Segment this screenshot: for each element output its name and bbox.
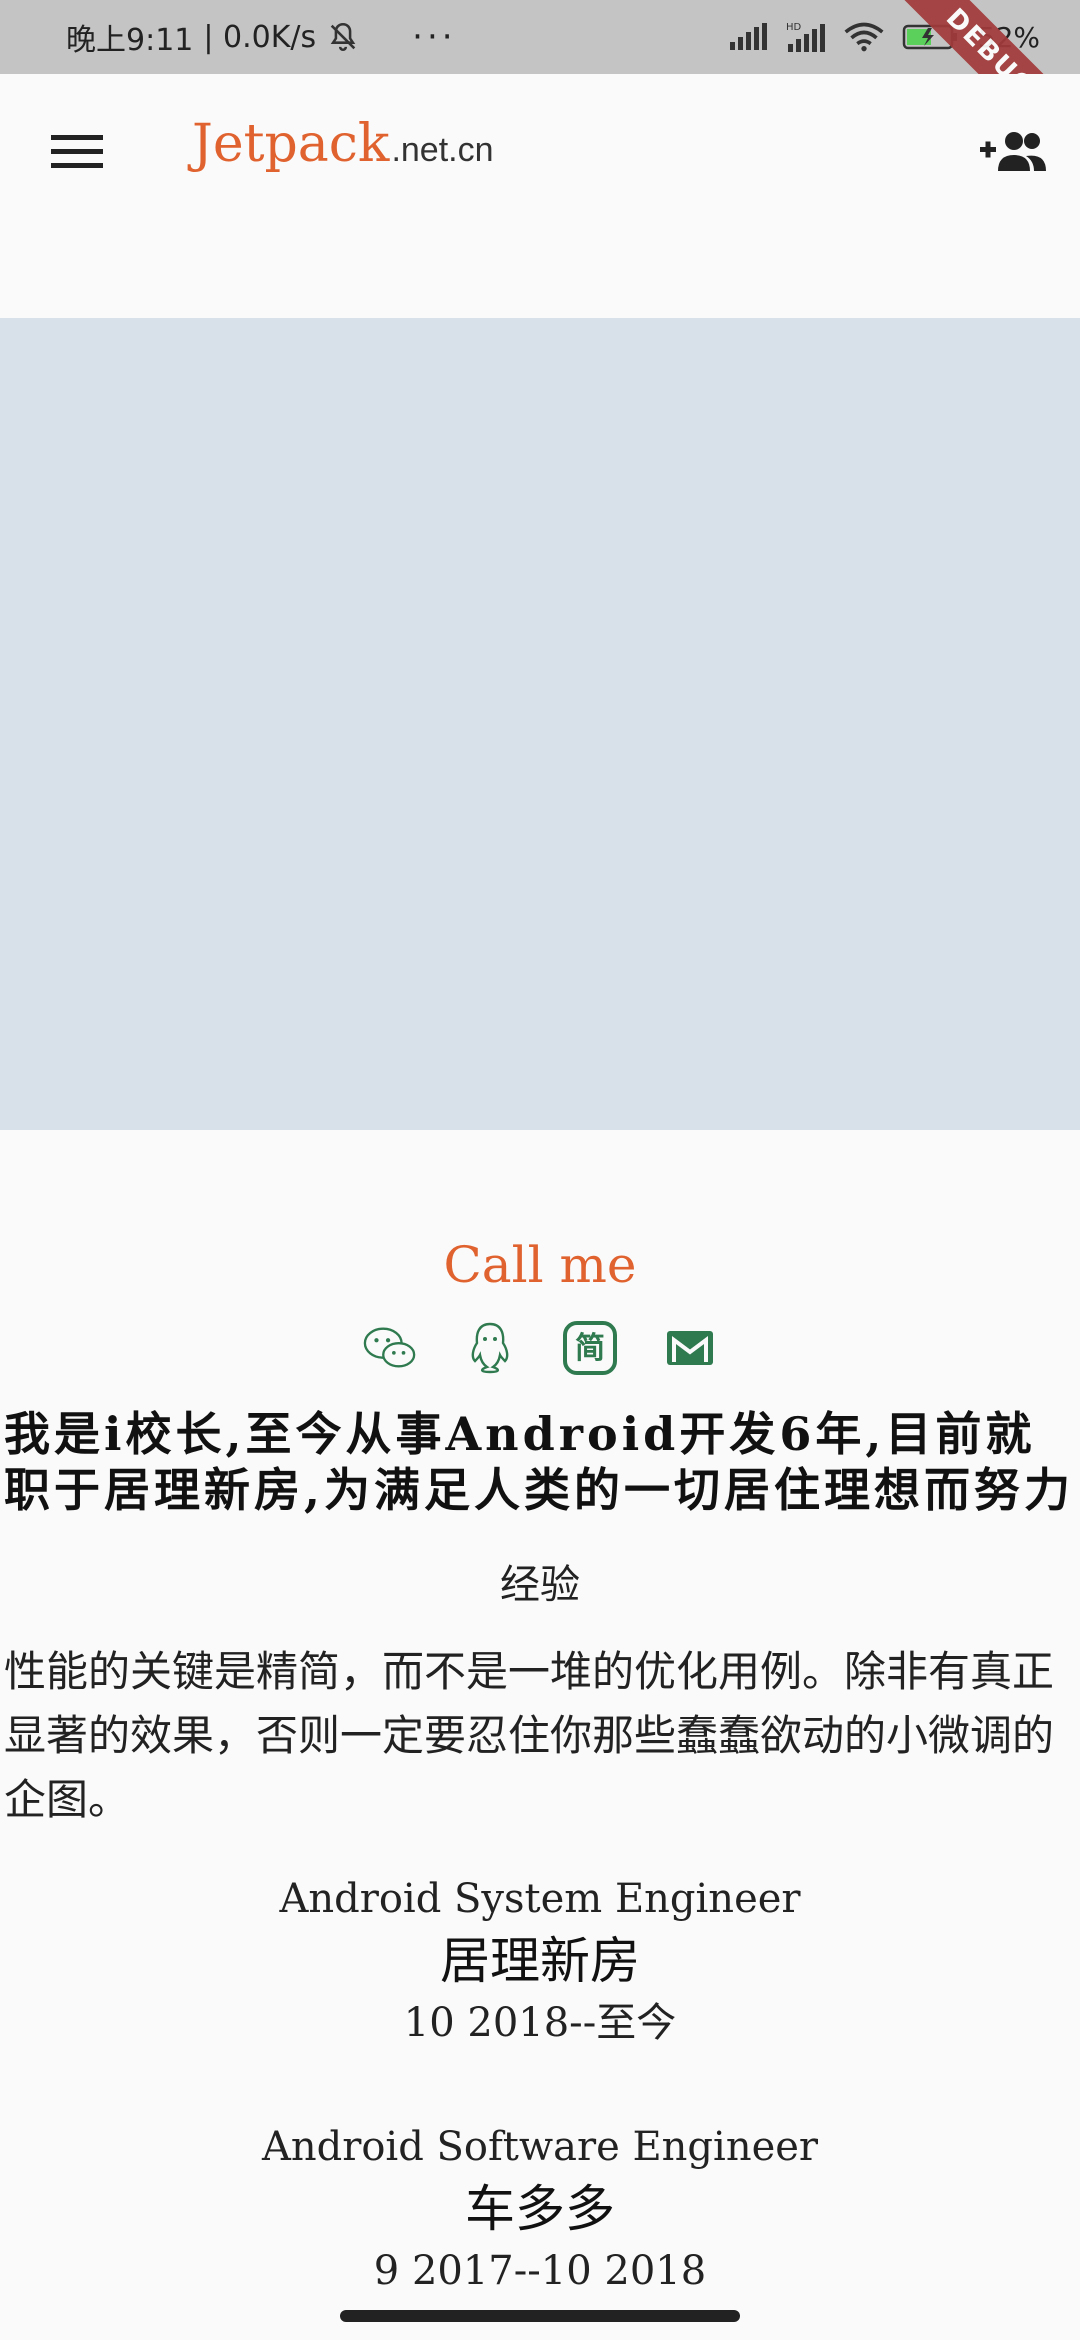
app-bar: Jetpack .net.cn — [0, 74, 1080, 318]
call-me-heading: Call me — [443, 1236, 637, 1294]
status-more-dots: ··· — [412, 17, 457, 57]
status-bar: 晚上9:11 | 0.0K/s ··· HD 52% DEBUG — [0, 0, 1080, 183]
app-logo: Jetpack .net.cn — [192, 114, 494, 194]
jianshu-icon[interactable]: 简 — [562, 1320, 618, 1376]
wechat-icon[interactable] — [362, 1320, 418, 1376]
banner-image — [0, 318, 1080, 1130]
status-net-speed: | 0.0K/s — [203, 19, 317, 55]
add-user-button[interactable] — [976, 122, 1050, 182]
svg-text:简: 简 — [575, 1331, 605, 1366]
svg-text:HD: HD — [786, 22, 802, 33]
job-role: Android System Engineer — [279, 1876, 801, 1922]
status-left: 晚上9:11 | 0.0K/s ··· — [66, 0, 457, 74]
job-company: 居理新房 — [440, 1932, 640, 1990]
intro-text: 我是i校长,至今从事Android开发6年,目前就职于居理新房,为满足人类的一切… — [4, 1407, 1075, 1517]
job-entry: Android Software Engineer 车多多 9 2017--10… — [0, 2122, 1080, 2296]
job-period: 9 2017--10 2018 — [373, 2248, 707, 2294]
home-indicator[interactable] — [340, 2310, 740, 2322]
experience-title: 经验 — [500, 1562, 580, 1608]
brand-domain: .net.cn — [391, 131, 494, 169]
brand-name: Jetpack — [192, 114, 390, 174]
signal-icon — [729, 23, 767, 50]
mute-bell-icon — [330, 22, 356, 51]
quote-text: 性能的关键是精简，而不是一堆的优化用例。除非有真正显著的效果，否则一定要忍住你那… — [4, 1647, 1055, 1824]
job-period: 10 2018--至今 — [403, 2000, 677, 2046]
contact-icons: 简 — [0, 1320, 1080, 1376]
status-time: 晚上9:11 — [66, 23, 194, 58]
gmail-icon[interactable] — [662, 1320, 718, 1376]
job-entry: Android System Engineer 居理新房 10 2018--至今 — [0, 1874, 1080, 2048]
job-role: Android Software Engineer — [261, 2124, 819, 2170]
menu-icon — [51, 135, 103, 168]
menu-button[interactable] — [46, 120, 108, 182]
wifi-icon — [844, 22, 884, 52]
person-add-icon — [980, 132, 1046, 171]
hd-signal-icon: HD — [786, 22, 825, 52]
qq-icon[interactable] — [462, 1320, 518, 1376]
job-company: 车多多 — [465, 2180, 615, 2238]
